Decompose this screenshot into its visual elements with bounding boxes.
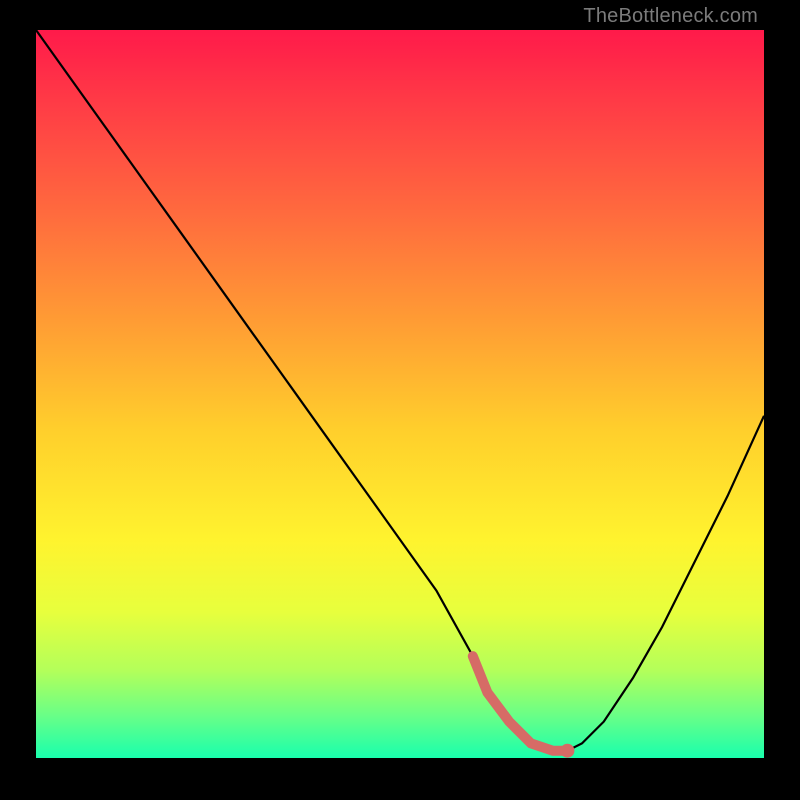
bottleneck-curve [36,30,764,751]
highlight-segment [473,656,568,751]
highlight-dot [560,744,574,758]
plot-area [36,30,764,758]
chart-svg [36,30,764,758]
watermark-label: TheBottleneck.com [583,6,758,26]
